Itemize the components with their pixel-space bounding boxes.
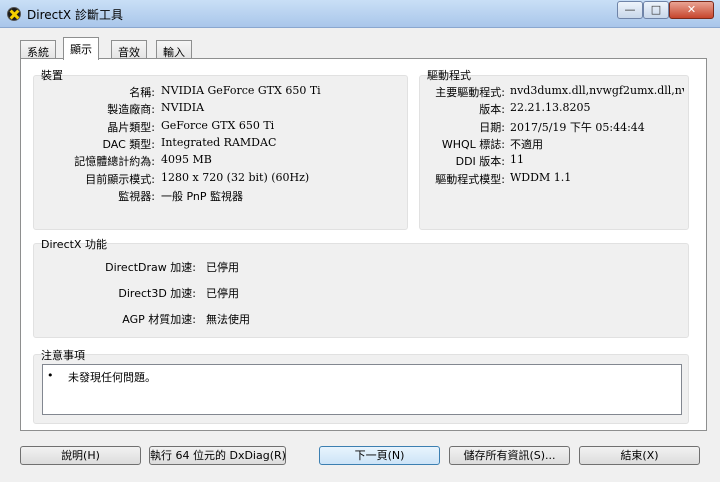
title-bar: DirectX 診斷工具 — □ ✕ [0, 0, 720, 28]
driver-version-label: 版本: [479, 103, 505, 116]
notes-box[interactable]: • 未發現任何問題。 [42, 364, 682, 415]
total-memory-value: 4095 MB [161, 153, 212, 166]
agp-texture-accel-value: 無法使用 [206, 313, 250, 326]
minimize-button[interactable]: — [617, 1, 643, 19]
ddi-version-value: 11 [510, 153, 524, 166]
tab-display[interactable]: 顯示 [63, 37, 99, 60]
whql-label: WHQL 標誌: [441, 138, 505, 151]
monitor-label: 監視器: [118, 190, 155, 203]
driver-group-title: 驅動程式 [427, 69, 471, 82]
ddi-version-label: DDI 版本: [455, 155, 505, 168]
manufacturer-value: NVIDIA [161, 101, 205, 114]
driver-model-value: WDDM 1.1 [510, 171, 572, 184]
chip-type-label: 晶片類型: [107, 121, 155, 134]
chip-type-value: GeForce GTX 650 Ti [161, 119, 275, 132]
notes-title: 注意事項 [41, 349, 85, 362]
directx-app-icon [7, 7, 21, 21]
run-64bit-dxdiag-button[interactable]: 執行 64 位元的 DxDiag(R) [149, 446, 286, 465]
tab-sound[interactable]: 音效 [111, 40, 147, 59]
agp-texture-accel-label: AGP 材質加速: [122, 313, 196, 326]
display-mode-value: 1280 x 720 (32 bit) (60Hz) [161, 171, 310, 184]
device-name-label: 名稱: [129, 86, 155, 99]
direct3d-accel-label: Direct3D 加速: [118, 287, 196, 300]
manufacturer-label: 製造廠商: [107, 103, 155, 116]
dac-type-value: Integrated RAMDAC [161, 136, 277, 149]
whql-value: 不適用 [510, 138, 543, 151]
driver-version-value: 22.21.13.8205 [510, 101, 591, 114]
note-bullet: • [47, 369, 54, 382]
save-all-info-button[interactable]: 儲存所有資訊(S)... [449, 446, 570, 465]
device-group-title: 裝置 [41, 69, 63, 82]
tab-system[interactable]: 系統 [20, 40, 56, 59]
directdraw-accel-label: DirectDraw 加速: [105, 261, 196, 274]
main-driver-value: nvd3dumx.dll,nvwgf2umx.dll,nvwgf2 [510, 84, 684, 97]
dac-type-label: DAC 類型: [102, 138, 156, 151]
close-button[interactable]: ✕ [669, 1, 714, 19]
total-memory-label: 記憶體總計約為: [74, 155, 155, 168]
tab-input[interactable]: 輸入 [156, 40, 192, 59]
direct3d-accel-value: 已停用 [206, 287, 239, 300]
driver-model-label: 驅動程式模型: [435, 173, 505, 186]
directx-features-title: DirectX 功能 [41, 238, 107, 251]
device-name-value: NVIDIA GeForce GTX 650 Ti [161, 84, 321, 97]
display-mode-label: 目前顯示模式: [85, 173, 155, 186]
help-button[interactable]: 說明(H) [20, 446, 141, 465]
main-driver-label: 主要驅動程式: [435, 86, 505, 99]
directdraw-accel-value: 已停用 [206, 261, 239, 274]
monitor-value: 一般 PnP 監視器 [161, 190, 244, 203]
next-page-button[interactable]: 下一頁(N) [319, 446, 440, 465]
maximize-button[interactable]: □ [643, 1, 669, 19]
window-title: DirectX 診斷工具 [27, 8, 123, 22]
exit-button[interactable]: 結束(X) [579, 446, 700, 465]
driver-date-label: 日期: [479, 121, 505, 134]
note-item: 未發現任何問題。 [68, 371, 156, 384]
driver-date-value: 2017/5/19 下午 05:44:44 [510, 121, 645, 134]
